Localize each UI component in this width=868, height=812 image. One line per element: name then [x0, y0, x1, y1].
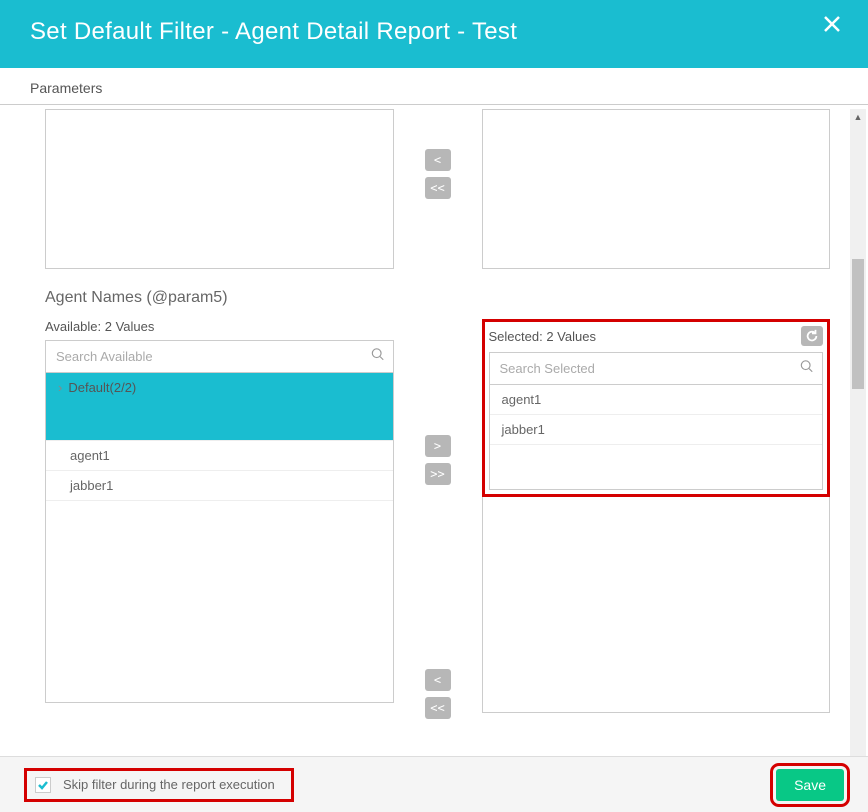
search-available-wrap — [45, 340, 394, 373]
search-available-input[interactable] — [46, 341, 393, 372]
scroll-up-icon[interactable]: ▲ — [850, 109, 866, 125]
search-selected-input[interactable] — [490, 353, 823, 384]
selected-label: Selected: 2 Values — [489, 329, 596, 344]
move-left-button[interactable]: < — [425, 669, 451, 691]
selected-listbox[interactable]: agent1 jabber1 — [489, 385, 824, 490]
dialog-header: Set Default Filter - Agent Detail Report… — [0, 0, 868, 68]
dialog-footer: Skip filter during the report execution … — [0, 756, 868, 812]
selected-item[interactable]: jabber1 — [490, 415, 823, 445]
save-button[interactable]: Save — [776, 769, 844, 801]
prev-selected-listbox[interactable] — [482, 109, 831, 269]
scroll-thumb[interactable] — [852, 259, 864, 389]
tab-bar: Parameters — [0, 68, 868, 105]
skip-filter-checkbox[interactable] — [35, 777, 51, 793]
search-icon — [800, 359, 814, 378]
vertical-scrollbar[interactable]: ▲ ▼ — [850, 109, 866, 773]
available-listbox[interactable]: Default(2/2) agent1 jabber1 — [45, 373, 394, 703]
selected-item[interactable]: agent1 — [490, 385, 823, 415]
tab-parameters[interactable]: Parameters — [30, 80, 102, 96]
prev-available-listbox[interactable] — [45, 109, 394, 269]
available-label: Available: 2 Values — [45, 319, 154, 334]
move-all-left-button[interactable]: << — [425, 697, 451, 719]
available-item[interactable]: agent1 — [46, 441, 393, 471]
section-title-agent-names: Agent Names (@param5) — [45, 289, 830, 307]
selected-highlight: Selected: 2 Values agent1 jabber1 — [482, 319, 831, 497]
move-all-right-button[interactable]: >> — [425, 463, 451, 485]
prev-move-left-button[interactable]: < — [425, 149, 451, 171]
skip-filter-label: Skip filter during the report execution — [63, 777, 275, 792]
prev-move-all-left-button[interactable]: << — [425, 177, 451, 199]
search-icon — [371, 347, 385, 366]
available-item[interactable]: jabber1 — [46, 471, 393, 501]
dialog-body: < << Agent Names (@param5) Available: 2 … — [0, 105, 850, 777]
dialog-title: Set Default Filter - Agent Detail Report… — [30, 18, 838, 46]
close-icon[interactable] — [822, 14, 842, 34]
search-selected-wrap — [489, 352, 824, 385]
selected-listbox-extra[interactable] — [482, 497, 831, 713]
refresh-selected-button[interactable] — [801, 326, 823, 346]
available-group-header[interactable]: Default(2/2) — [46, 373, 393, 441]
skip-filter-highlight: Skip filter during the report execution — [24, 768, 294, 802]
move-right-button[interactable]: > — [425, 435, 451, 457]
